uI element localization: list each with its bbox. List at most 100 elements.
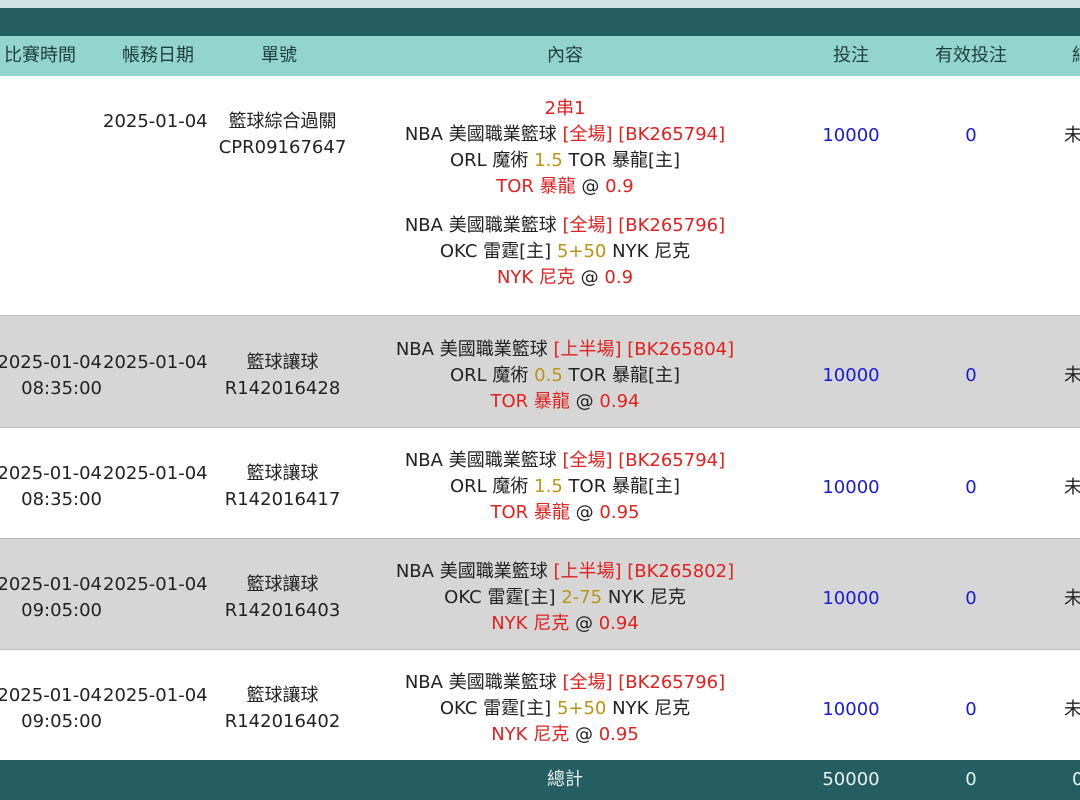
match-clock: 08:35:00 [21, 378, 102, 399]
match-clock: 08:35:00 [21, 489, 102, 510]
leg-line-1: NBA 美國職業籃球 [上半場] [BK265802] [360, 559, 770, 585]
ticket-cell: 籃球讓球 R142016428 [215, 350, 350, 402]
table-row[interactable]: 2025-01-04 08:35:00 2025-01-04 籃球讓球 R142… [0, 316, 1080, 427]
match-code: [BK265804] [627, 339, 735, 360]
leg-line-2: OKC 雷霆[主] 5+50 NYK 尼克 [360, 239, 770, 265]
title-bar [0, 8, 1080, 36]
match-clock: 09:05:00 [21, 711, 102, 732]
account-date: 2025-01-04 [103, 463, 208, 484]
at-sign: @ [574, 724, 593, 745]
result-status: 未 [1064, 365, 1080, 386]
odds: 0.95 [598, 724, 639, 745]
ticket-cell: 籃球讓球 R142016402 [215, 683, 350, 735]
parlay-label: 2串1 [544, 98, 586, 119]
bet-content: NBA 美國職業籃球 [全場] [BK265796] OKC 雷霆[主] 5+5… [360, 670, 770, 748]
league-name: NBA 美國職業籃球 [395, 561, 548, 582]
leg-line-1: NBA 美國職業籃球 [全場] [BK265796] [360, 670, 770, 696]
bet-content: NBA 美國職業籃球 [上半場] [BK265804] ORL 魔術 0.5 T… [360, 337, 770, 415]
period-tag: [全場] [562, 124, 613, 145]
period-tag: [全場] [562, 672, 613, 693]
team-right: TOR 暴龍[主] [568, 476, 680, 497]
result-status: 未 [1064, 699, 1080, 720]
table-row[interactable]: 2025-01-04 09:05:00 2025-01-04 籃球讓球 R142… [0, 539, 1080, 649]
leg-line-1: NBA 美國職業籃球 [上半場] [BK265804] [360, 337, 770, 363]
at-sign: @ [575, 391, 594, 412]
bet-content: NBA 美國職業籃球 [全場] [BK265794] ORL 魔術 1.5 TO… [360, 448, 770, 526]
leg-line-3: TOR 暴龍 @ 0.94 [360, 389, 770, 415]
handicap: 5+50 [556, 698, 607, 719]
bet-type: 籃球讓球 [246, 463, 319, 484]
match-code: [BK265794] [618, 450, 726, 471]
valid-bet: 0 [965, 699, 977, 720]
team-left: OKC 雷霆[主] [444, 587, 556, 608]
ticket-number: CPR09167647 [218, 137, 347, 158]
ticket-number: R142016403 [224, 600, 341, 621]
leg-line-2: ORL 魔術 0.5 TOR 暴龍[主] [360, 363, 770, 389]
odds: 0.9 [605, 176, 634, 197]
bet-type: 籃球讓球 [246, 574, 319, 595]
at-sign: @ [574, 613, 593, 634]
valid-bet: 0 [965, 477, 977, 498]
account-date: 2025-01-04 [103, 685, 208, 706]
table-header: 比賽時間 帳務日期 單號 內容 投注 有效投注 結 [0, 36, 1080, 76]
bet-amount: 10000 [822, 125, 880, 146]
period-tag: [上半場] [553, 339, 622, 360]
totals-label: 總計 [547, 769, 583, 790]
handicap: 5+50 [556, 241, 607, 262]
table-row[interactable]: 2025-01-04 籃球綜合過關 CPR09167647 2串1 NBA 美國… [0, 76, 1080, 316]
match-code: [BK265796] [618, 215, 726, 236]
match-date: 2025-01-04 [0, 685, 102, 706]
handicap: 1.5 [534, 476, 563, 497]
leg-line-1: NBA 美國職業籃球 [全場] [BK265794] [360, 122, 770, 148]
match-time: 2025-01-04 09:05:00 [0, 572, 102, 624]
bet-amount: 10000 [822, 477, 880, 498]
ticket-number: R142016428 [224, 378, 341, 399]
header-valid-bet: 有效投注 [935, 45, 1007, 66]
account-date: 2025-01-04 [103, 574, 208, 595]
bet-content: 2串1 NBA 美國職業籃球 [全場] [BK265794] ORL 魔術 1.… [360, 96, 770, 291]
league-name: NBA 美國職業籃球 [404, 215, 557, 236]
at-sign: @ [580, 267, 599, 288]
picked-team: TOR 暴龍 [496, 176, 576, 197]
leg-line-3: NYK 尼克 @ 0.95 [360, 722, 770, 748]
odds: 0.94 [599, 391, 640, 412]
picked-team: NYK 尼克 [491, 613, 570, 634]
table-row[interactable]: 2025-01-04 08:35:00 2025-01-04 籃球讓球 R142… [0, 428, 1080, 538]
table-row[interactable]: 2025-01-04 09:05:00 2025-01-04 籃球讓球 R142… [0, 650, 1080, 760]
valid-bet: 0 [965, 588, 977, 609]
bet-amount: 10000 [822, 699, 880, 720]
ticket-number: R142016402 [224, 711, 341, 732]
leg-line-1: NBA 美國職業籃球 [全場] [BK265796] [360, 213, 770, 239]
total-valid-bet: 0 [965, 769, 977, 790]
leg-line-2: ORL 魔術 1.5 TOR 暴龍[主] [360, 148, 770, 174]
bet-type: 籃球綜合過關 [228, 111, 337, 132]
match-time: 2025-01-04 08:35:00 [0, 461, 102, 513]
total-result: 0 [1072, 769, 1080, 790]
league-name: NBA 美國職業籃球 [395, 339, 548, 360]
match-date: 2025-01-04 [0, 463, 102, 484]
team-right: NYK 尼克 [607, 587, 686, 608]
bet-type: 籃球讓球 [246, 352, 319, 373]
top-strip [0, 0, 1080, 8]
at-sign: @ [575, 502, 594, 523]
header-bet-amount: 投注 [833, 45, 869, 66]
team-right: TOR 暴龍[主] [568, 365, 680, 386]
picked-team: TOR 暴龍 [490, 391, 570, 412]
account-date: 2025-01-04 [103, 352, 208, 373]
period-tag: [全場] [562, 450, 613, 471]
result-status: 未 [1064, 588, 1080, 609]
header-content: 內容 [547, 45, 583, 66]
odds: 0.94 [598, 613, 639, 634]
team-left: OKC 雷霆[主] [439, 698, 552, 719]
match-code: [BK265794] [618, 124, 726, 145]
header-account-date: 帳務日期 [122, 45, 194, 66]
leg-line-2: ORL 魔術 1.5 TOR 暴龍[主] [360, 474, 770, 500]
team-left: ORL 魔術 [450, 150, 529, 171]
account-date: 2025-01-04 [103, 111, 208, 132]
bet-type: 籃球讓球 [246, 685, 319, 706]
match-code: [BK265802] [627, 561, 735, 582]
picked-team: TOR 暴龍 [490, 502, 570, 523]
team-right: NYK 尼克 [612, 698, 691, 719]
bet-content: NBA 美國職業籃球 [上半場] [BK265802] OKC 雷霆[主] 2-… [360, 559, 770, 637]
leg-line-3: TOR 暴龍 @ 0.95 [360, 500, 770, 526]
